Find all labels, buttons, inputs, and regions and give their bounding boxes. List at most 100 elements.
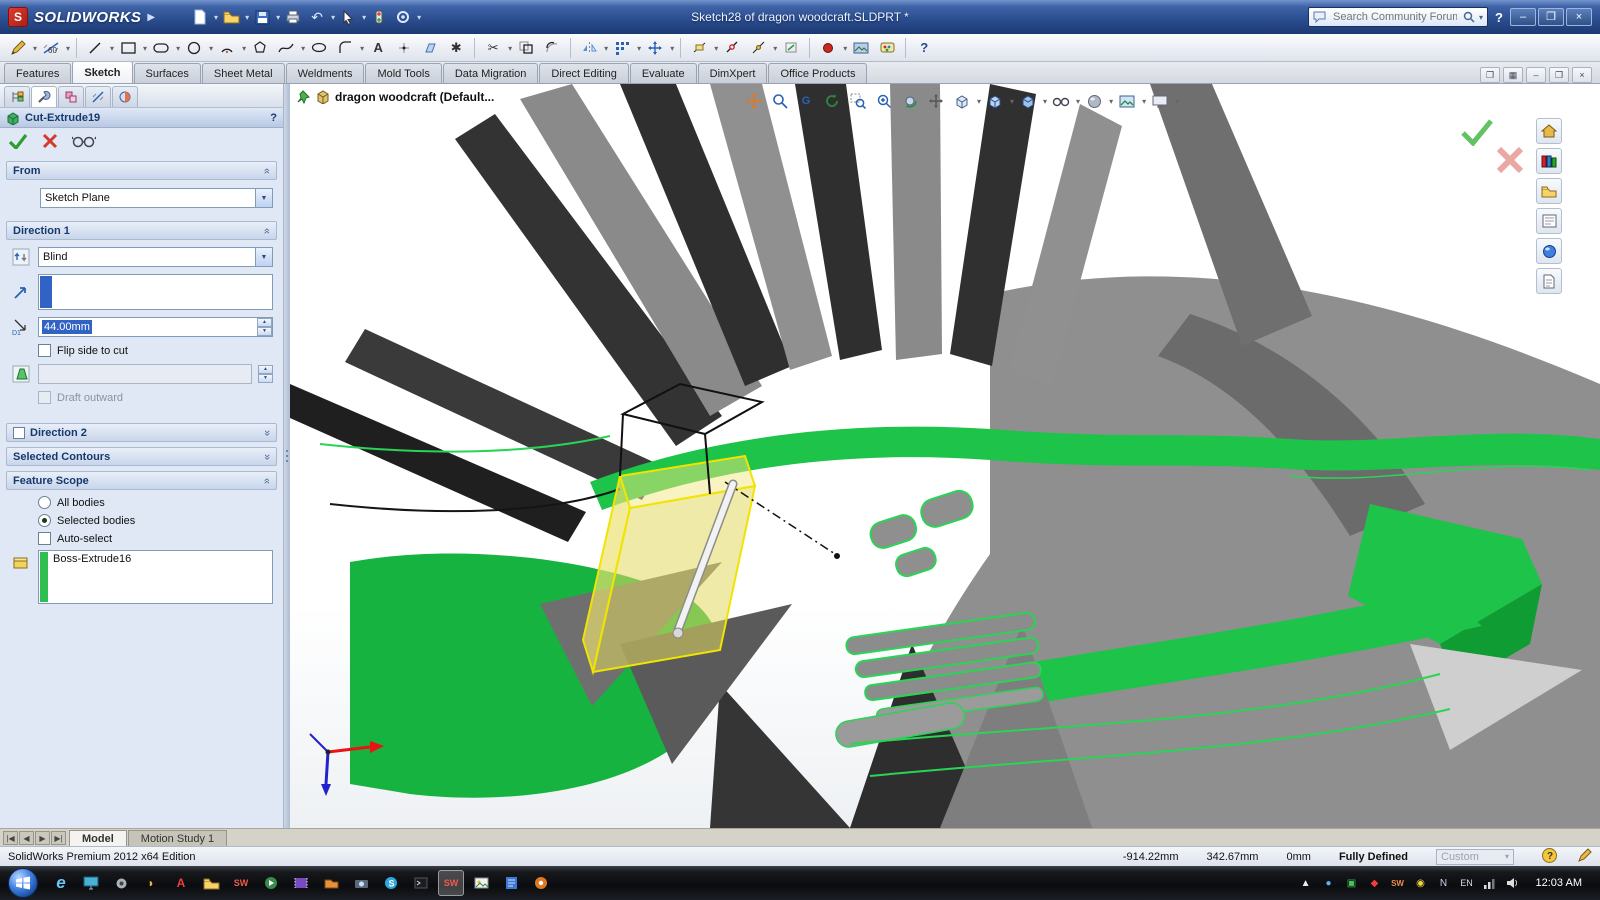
ellipse-tool-button[interactable] bbox=[307, 36, 331, 60]
direction1-group-header[interactable]: Direction 1 bbox=[6, 221, 277, 240]
zoom-area-icon[interactable] bbox=[846, 89, 870, 113]
taskbar-icon-messenger[interactable]: ◗ bbox=[138, 870, 164, 896]
orientation-caret-icon[interactable] bbox=[1009, 95, 1014, 107]
linear-pattern-button[interactable] bbox=[610, 36, 634, 60]
collapse-chevron-icon[interactable] bbox=[261, 227, 273, 233]
tab-dimxpert[interactable]: DimXpert bbox=[697, 63, 768, 83]
direction2-group-header[interactable]: Direction 2 bbox=[6, 423, 277, 442]
ok-button[interactable] bbox=[8, 133, 28, 152]
tray-language-icon[interactable]: EN bbox=[1459, 875, 1475, 891]
taskbar-icon-folder[interactable] bbox=[198, 870, 224, 896]
slot-tool-button[interactable] bbox=[149, 36, 173, 60]
dimxpert-manager-tab[interactable] bbox=[85, 86, 111, 107]
taskbar-icon-control-panel[interactable] bbox=[108, 870, 134, 896]
circle-caret-icon[interactable] bbox=[208, 42, 213, 54]
tab-office-products[interactable]: Office Products bbox=[768, 63, 868, 83]
zoom-in-out-icon[interactable] bbox=[872, 89, 896, 113]
edit-sketch-status-icon[interactable] bbox=[1577, 847, 1592, 866]
graphics-viewport[interactable]: dragon woodcraft (Default... G bbox=[290, 84, 1600, 828]
open-button[interactable] bbox=[220, 6, 242, 28]
search-input[interactable] bbox=[1331, 10, 1460, 24]
dropdown-arrow-icon[interactable] bbox=[255, 189, 272, 207]
tab-scroll-right-icon[interactable]: ▶ bbox=[35, 831, 50, 845]
3d-drawing-view-icon[interactable] bbox=[950, 89, 974, 113]
expand-chevron-icon[interactable] bbox=[261, 453, 273, 459]
view-palette-icon[interactable] bbox=[1536, 208, 1562, 234]
smart-dimension-button[interactable]: 60 bbox=[39, 36, 63, 60]
instant3d-caret-icon[interactable] bbox=[842, 42, 847, 54]
trim-entities-button[interactable]: ✂ bbox=[481, 36, 505, 60]
pattern-caret-icon[interactable] bbox=[636, 42, 641, 54]
feature-scope-header[interactable]: Feature Scope bbox=[6, 471, 277, 490]
app-logo[interactable]: S SOLIDWORKS ▶ bbox=[0, 7, 163, 27]
taskbar-icon-desktop[interactable] bbox=[78, 870, 104, 896]
network-icon[interactable] bbox=[1482, 875, 1498, 891]
tab-scroll-last-icon[interactable]: ▶| bbox=[51, 831, 66, 845]
display-style-icon[interactable] bbox=[1016, 89, 1040, 113]
line-caret-icon[interactable] bbox=[109, 42, 114, 54]
options-button[interactable] bbox=[392, 6, 414, 28]
depth-input[interactable]: 44.00mm ▲ ▼ bbox=[38, 317, 273, 337]
tray-app-green-icon[interactable]: ▣ bbox=[1344, 875, 1360, 891]
draft-angle-icon[interactable] bbox=[10, 363, 32, 385]
minimize-button[interactable]: – bbox=[1510, 8, 1536, 26]
selected-bodies-radio[interactable] bbox=[38, 514, 51, 527]
tray-show-hidden-icon[interactable]: ▲ bbox=[1298, 875, 1314, 891]
smart-dimension-caret-icon[interactable] bbox=[65, 42, 70, 54]
relations-caret-icon[interactable] bbox=[713, 42, 718, 54]
start-condition-dropdown[interactable]: Sketch Plane bbox=[40, 188, 273, 208]
taskbar-icon-skype[interactable]: S bbox=[378, 870, 404, 896]
instant3d-button[interactable] bbox=[816, 36, 840, 60]
from-group-header[interactable]: From bbox=[6, 161, 277, 180]
equation-tool-button[interactable]: ✱ bbox=[444, 36, 468, 60]
slot-caret-icon[interactable] bbox=[175, 42, 180, 54]
move-caret-icon[interactable] bbox=[669, 42, 674, 54]
save-button[interactable] bbox=[251, 6, 273, 28]
mirror-caret-icon[interactable] bbox=[603, 42, 608, 54]
sketch-tool-caret-icon[interactable] bbox=[32, 42, 37, 54]
taskbar-icon-movie-maker[interactable] bbox=[288, 870, 314, 896]
taskbar-icon-notes[interactable] bbox=[498, 870, 524, 896]
previous-view-icon[interactable]: G bbox=[794, 89, 818, 113]
tab-features[interactable]: Features bbox=[4, 63, 72, 83]
tab-sheet-metal[interactable]: Sheet Metal bbox=[201, 63, 285, 83]
polygon-tool-button[interactable] bbox=[248, 36, 272, 60]
auto-select-checkbox[interactable] bbox=[38, 532, 51, 545]
search-icon[interactable] bbox=[1463, 11, 1475, 23]
rectangle-caret-icon[interactable] bbox=[142, 42, 147, 54]
model-tab[interactable]: Model bbox=[69, 830, 127, 846]
tray-antivirus-icon[interactable]: ◆ bbox=[1367, 875, 1383, 891]
home-icon[interactable] bbox=[1536, 118, 1562, 144]
tab-direct-editing[interactable]: Direct Editing bbox=[539, 63, 629, 83]
doc-close-icon[interactable]: × bbox=[1572, 67, 1592, 83]
new-caret-icon[interactable] bbox=[213, 11, 218, 23]
tab-sketch[interactable]: Sketch bbox=[72, 61, 133, 83]
community-search[interactable]: ▾ bbox=[1308, 7, 1489, 27]
spline-tool-button[interactable] bbox=[274, 36, 298, 60]
reverse-direction-icon[interactable] bbox=[10, 246, 32, 268]
spline-caret-icon[interactable] bbox=[300, 42, 305, 54]
trim-caret-icon[interactable] bbox=[507, 42, 512, 54]
select-button[interactable] bbox=[337, 6, 359, 28]
feature-tree-tab[interactable] bbox=[4, 86, 30, 107]
close-button[interactable]: × bbox=[1566, 8, 1592, 26]
taskbar-icon-solidworks[interactable]: SW bbox=[228, 870, 254, 896]
redraw-icon[interactable] bbox=[820, 89, 844, 113]
move-entities-button[interactable] bbox=[643, 36, 667, 60]
taskbar-icon-aim[interactable]: A bbox=[168, 870, 194, 896]
search-scope-caret-icon[interactable]: ▾ bbox=[1479, 13, 1483, 22]
unit-system-combo[interactable]: Custom bbox=[1436, 848, 1514, 865]
zoom-fit-icon[interactable] bbox=[768, 89, 792, 113]
feature-scope-list[interactable]: Boss-Extrude16 bbox=[38, 550, 273, 604]
view-settings-icon[interactable] bbox=[1148, 89, 1172, 113]
tab-scroll-first-icon[interactable]: |◀ bbox=[3, 831, 18, 845]
confirm-ok-icon[interactable] bbox=[1460, 118, 1494, 149]
pushpin-icon[interactable] bbox=[296, 90, 310, 104]
plane-tool-button[interactable] bbox=[418, 36, 442, 60]
start-button[interactable] bbox=[8, 868, 38, 898]
menu-expand-arrow-icon[interactable]: ▶ bbox=[147, 12, 155, 23]
view-orientation-icon[interactable] bbox=[983, 89, 1007, 113]
3d-view-caret-icon[interactable] bbox=[976, 95, 981, 107]
rotate-view-icon[interactable] bbox=[898, 89, 922, 113]
taskbar-icon-solidworks-active[interactable]: SW bbox=[438, 870, 464, 896]
